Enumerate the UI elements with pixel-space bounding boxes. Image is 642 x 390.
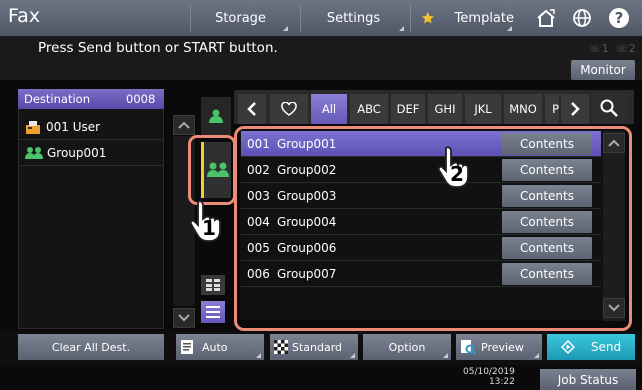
start-icon — [560, 340, 575, 354]
instruction-message: Press Send button or START button. — [38, 40, 278, 56]
time: 13:22 — [488, 377, 515, 387]
destination-label: Destination — [24, 92, 90, 106]
quality-standard-button[interactable]: Standard — [270, 334, 358, 360]
destination-item-label: 001 User — [46, 119, 101, 134]
grid-view-button[interactable] — [201, 275, 225, 295]
document-icon — [181, 340, 193, 354]
tab-next[interactable] — [561, 94, 589, 124]
help-icon[interactable]: ? — [603, 4, 635, 32]
tab-prev[interactable] — [238, 94, 266, 124]
preview-label: Preview — [481, 340, 524, 354]
send-button[interactable]: Send — [547, 334, 635, 360]
search-button[interactable] — [592, 92, 626, 124]
line2-number: 2 — [628, 42, 636, 55]
globe-icon[interactable] — [566, 4, 598, 32]
checker-icon — [274, 340, 288, 354]
step2-hand-callout: 2 — [436, 144, 476, 192]
settings-label: Settings — [326, 10, 381, 26]
list-highlight-frame — [234, 126, 632, 331]
monitor-button[interactable]: Monitor — [571, 60, 635, 80]
single-user-tab[interactable] — [201, 97, 231, 135]
tab-ghi[interactable]: GHI — [428, 94, 462, 124]
svg-text:?: ? — [615, 9, 624, 27]
chevron-up-icon — [178, 121, 190, 129]
tab-favorites[interactable] — [270, 94, 308, 124]
resolution-auto-button[interactable]: Auto — [176, 334, 264, 360]
job-status-button[interactable]: Job Status — [540, 369, 636, 390]
app-title: Fax — [8, 5, 41, 27]
chevron-down-icon — [178, 314, 190, 322]
home-icon[interactable] — [530, 4, 562, 32]
template-label: Template — [454, 10, 514, 26]
fax-screen: Fax Storage Settings Template ? Press Se… — [0, 0, 642, 390]
heart-icon — [281, 102, 297, 116]
auto-label: Auto — [202, 340, 228, 354]
tab-jkl[interactable]: JKL — [465, 94, 501, 124]
list-view-button[interactable] — [201, 301, 225, 323]
step1-number: 1 — [202, 216, 216, 240]
line2-indicator: ☏2 — [615, 42, 636, 55]
standard-label: Standard — [292, 340, 343, 354]
dest-scroll-up[interactable] — [173, 115, 195, 135]
grid-icon — [206, 279, 220, 291]
tab-abc[interactable]: ABC — [350, 94, 388, 124]
tab-def[interactable]: DEF — [391, 94, 425, 124]
destination-header: Destination 0008 — [18, 89, 164, 109]
line1-indicator: ☏1 — [588, 42, 609, 55]
chevron-left-icon — [247, 102, 256, 116]
tab-p[interactable]: P — [545, 94, 559, 124]
tab-mno[interactable]: MNO — [504, 94, 542, 124]
option-label: Option — [388, 340, 426, 354]
tab-all[interactable]: All — [311, 94, 347, 124]
destination-item[interactable]: 001 User — [19, 114, 163, 140]
destination-item[interactable]: Group001 — [19, 140, 163, 166]
user-icon — [209, 109, 223, 123]
datetime: 05/10/2019 13:22 — [463, 367, 515, 387]
storage-button[interactable]: Storage — [190, 4, 290, 32]
line1-number: 1 — [601, 42, 609, 55]
list-icon — [206, 306, 220, 318]
clear-all-destinations-button[interactable]: Clear All Dest. — [18, 334, 164, 360]
preview-button[interactable]: Preview — [456, 334, 542, 360]
destination-item-label: Group001 — [47, 145, 107, 160]
star-icon — [421, 12, 434, 24]
settings-button[interactable]: Settings — [300, 4, 406, 32]
step1-hand-callout: 1 — [188, 198, 228, 246]
template-button[interactable]: Template — [410, 4, 514, 32]
send-label: Send — [590, 340, 622, 354]
step2-number: 2 — [450, 162, 464, 186]
group-icon — [25, 146, 43, 159]
fax-user-icon — [26, 120, 40, 134]
search-icon — [600, 99, 618, 117]
dest-scroll-down[interactable] — [173, 308, 195, 328]
preview-icon — [461, 340, 476, 355]
group-tab-highlight-frame — [188, 135, 236, 205]
destination-count: 0008 — [126, 92, 156, 106]
storage-label: Storage — [215, 10, 266, 26]
date: 05/10/2019 — [463, 367, 515, 377]
option-button[interactable]: Option — [363, 334, 451, 360]
chevron-right-icon — [571, 102, 580, 116]
